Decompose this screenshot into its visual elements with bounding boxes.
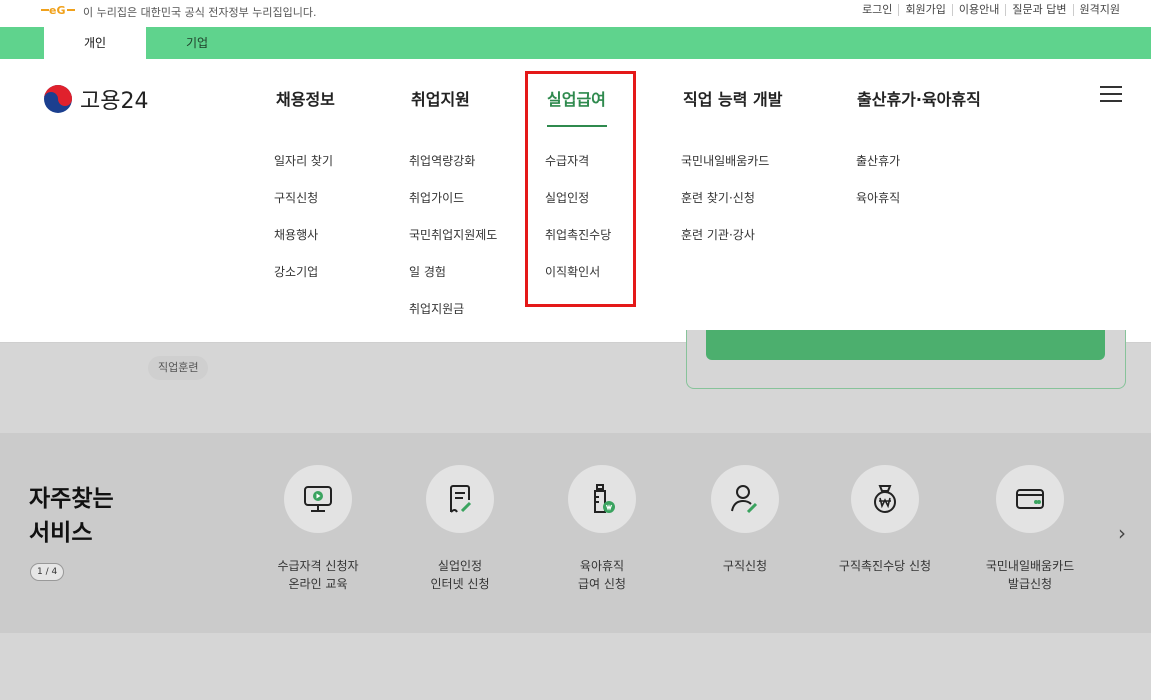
section-title: 자주찾는 서비스 xyxy=(29,486,114,546)
submenu-item[interactable]: 취업지원금 xyxy=(409,300,464,317)
submenu-item[interactable]: 일 경험 xyxy=(409,263,446,280)
mega-menu-panel: 고용24 채용정보 취업지원 실업급여 직업 능력 개발 출산휴가·육아휴직 일… xyxy=(0,59,1151,343)
keyword-chip[interactable]: 직업훈련 xyxy=(148,356,209,380)
nav-job-info[interactable]: 채용정보 xyxy=(276,86,335,110)
remote-support-link[interactable]: 원격지원 xyxy=(1072,4,1126,16)
submenu-item[interactable]: 구직신청 xyxy=(274,189,318,206)
nav-employment-support[interactable]: 취업지원 xyxy=(411,86,470,110)
service-item[interactable]: 국민내일배움카드 발급신청 xyxy=(970,465,1090,593)
submenu-item[interactable]: 훈련 기관·강사 xyxy=(681,226,755,243)
qna-link[interactable]: 질문과 답변 xyxy=(1005,4,1072,16)
service-label: 수급자격 신청자 온라인 교육 xyxy=(277,559,359,591)
baby-bottle-icon xyxy=(594,484,615,513)
gov-notice-text: 이 누리집은 대한민국 공식 전자정부 누리집입니다. xyxy=(83,6,317,19)
service-label: 육아휴직 급여 신청 xyxy=(578,559,626,591)
submenu-item[interactable]: 출산휴가 xyxy=(856,152,900,169)
highlight-box xyxy=(525,71,636,307)
service-item[interactable]: 수급자격 신청자 온라인 교육 xyxy=(258,465,378,593)
submenu-item[interactable]: 육아휴직 xyxy=(856,189,900,206)
money-bag-icon xyxy=(874,485,896,513)
user-type-tabs: 개인 기업 xyxy=(0,27,1151,59)
login-link[interactable]: 로그인 xyxy=(856,4,898,16)
hamburger-menu-icon[interactable] xyxy=(1100,86,1122,104)
submenu-item[interactable]: 강소기업 xyxy=(274,263,318,280)
service-label: 실업인정 인터넷 신청 xyxy=(430,559,490,591)
notice-bar: eG 이 누리집은 대한민국 공식 전자정부 누리집입니다. 로그인 회원가입 … xyxy=(0,0,1151,27)
service-item[interactable]: 육아휴직 급여 신청 xyxy=(542,465,662,593)
site-logo-text: 고용24 xyxy=(80,89,149,114)
service-label: 구직촉진수당 신청 xyxy=(838,559,932,573)
svg-text:eG: eG xyxy=(49,4,66,16)
tab-personal[interactable]: 개인 xyxy=(44,27,146,59)
frequent-services-section: 자주찾는 서비스 1 / 4 수급자격 신청자 온라인 교육 실업인정 인터넷 … xyxy=(0,433,1151,633)
nav-maternity-leave[interactable]: 출산휴가·육아휴직 xyxy=(857,86,981,110)
site-logo[interactable]: 고용24 xyxy=(43,83,148,115)
submenu-item[interactable]: 훈련 찾기·신청 xyxy=(681,189,755,206)
card-icon xyxy=(1016,489,1044,509)
egov-logo-icon: eG xyxy=(41,4,75,16)
taegeuk-logo-icon xyxy=(44,85,72,113)
pager-indicator: 1 / 4 xyxy=(30,563,65,581)
document-edit-icon xyxy=(450,485,472,513)
service-item[interactable]: 구직신청 xyxy=(685,465,805,575)
submenu-item[interactable]: 일자리 찾기 xyxy=(274,152,333,169)
service-label: 국민내일배움카드 발급신청 xyxy=(985,559,1075,591)
guide-link[interactable]: 이용안내 xyxy=(951,4,1005,16)
submenu-item[interactable]: 취업역량강화 xyxy=(409,152,475,169)
submenu-item[interactable]: 국민취업지원제도 xyxy=(409,226,497,243)
login-box xyxy=(686,330,1126,389)
nav-skill-development[interactable]: 직업 능력 개발 xyxy=(683,86,782,110)
monitor-play-icon xyxy=(304,486,332,512)
submenu-item[interactable]: 국민내일배움카드 xyxy=(681,152,769,169)
service-item[interactable]: 실업인정 인터넷 신청 xyxy=(400,465,520,593)
service-item[interactable]: 구직촉진수당 신청 xyxy=(825,465,945,575)
login-button[interactable] xyxy=(706,330,1105,360)
chevron-right-icon[interactable]: › xyxy=(1118,521,1126,545)
submenu-item[interactable]: 취업가이드 xyxy=(409,189,464,206)
user-edit-icon xyxy=(731,485,758,514)
util-links: 로그인 회원가입 이용안내 질문과 답변 원격지원 xyxy=(856,4,1126,16)
submenu-item[interactable]: 채용행사 xyxy=(274,226,318,243)
tab-corporate[interactable]: 기업 xyxy=(146,27,248,59)
service-label: 구직신청 xyxy=(722,559,768,573)
signup-link[interactable]: 회원가입 xyxy=(898,4,951,16)
